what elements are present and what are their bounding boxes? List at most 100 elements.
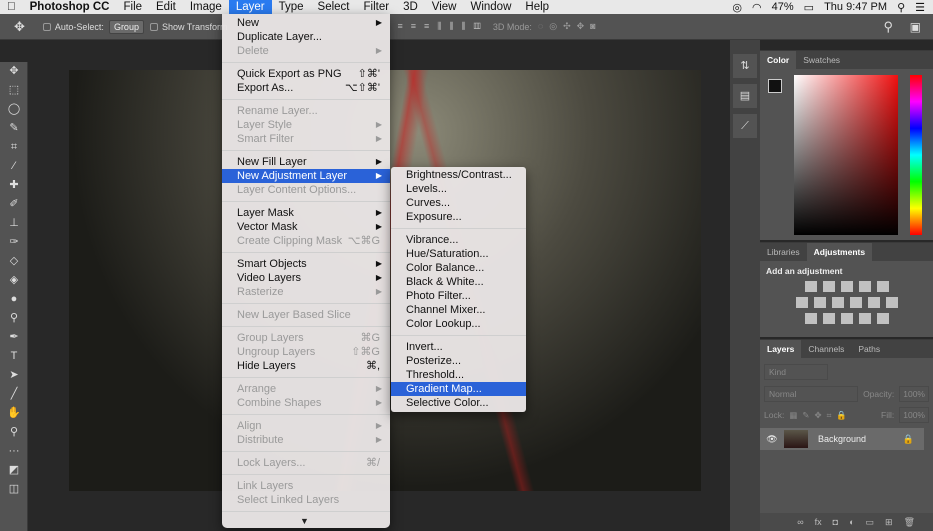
hue-slider[interactable] (910, 75, 922, 235)
opacity-input[interactable]: 100% (899, 386, 929, 402)
submenu-item-exposure[interactable]: Exposure... (391, 210, 526, 224)
fill-input[interactable]: 100% (899, 407, 929, 423)
visibility-eye-icon[interactable]: 👁 (760, 434, 784, 445)
fx-icon[interactable]: fx (815, 517, 822, 527)
marquee-tool-icon[interactable]: ⬚ (0, 81, 28, 100)
battery-icon[interactable]: ▭ (804, 1, 814, 14)
adjustment-icons-row-2[interactable] (760, 297, 933, 308)
hand-tool-icon[interactable]: ✋ (0, 404, 28, 423)
blur-tool-icon[interactable]: ● (0, 290, 28, 309)
path-select-icon[interactable]: ➤ (0, 366, 28, 385)
paint-bucket-icon[interactable]: ◈ (0, 271, 28, 290)
menu-view[interactable]: View (425, 0, 464, 14)
tab-adjustments[interactable]: Adjustments (806, 243, 873, 261)
type-tool-icon[interactable]: T (0, 347, 28, 366)
move-tool-icon[interactable]: ✥ (14, 19, 25, 35)
quick-select-tool-icon[interactable]: ✎ (0, 119, 28, 138)
show-transform-checkbox[interactable] (149, 22, 158, 31)
submenu-item-gradient-map[interactable]: Gradient Map... (391, 382, 526, 396)
spotlight-icon[interactable]: ⚲ (897, 1, 905, 14)
clock[interactable]: Thu 9:47 PM (824, 1, 887, 13)
stamp-tool-icon[interactable]: ⊥ (0, 214, 28, 233)
menu-image[interactable]: Image (183, 0, 229, 14)
menu-item-duplicate-layer[interactable]: Duplicate Layer... (222, 30, 390, 44)
menu-item-hide-layers[interactable]: Hide Layers ⌘, (222, 359, 390, 373)
foreground-color-swatch[interactable] (768, 79, 782, 93)
submenu-item-brightness-contrast[interactable]: Brightness/Contrast... (391, 168, 526, 182)
group-icon[interactable]: ▭ (866, 517, 875, 528)
new-adjustment-icon[interactable]: ◐ (849, 517, 854, 527)
3d-mode-icons[interactable]: ◌◎✣✥◙ (538, 21, 602, 32)
more-tools-icon[interactable]: ··· (0, 442, 28, 461)
color-swatches-icon[interactable]: ◩ (0, 461, 28, 480)
menu-item-video-layers[interactable]: Video Layers ▶ (222, 271, 390, 285)
menu-item-layer-mask[interactable]: Layer Mask ▶ (222, 206, 390, 220)
submenu-item-levels[interactable]: Levels... (391, 182, 526, 196)
search-icon[interactable]: ⚲ (883, 19, 893, 35)
menu-type[interactable]: Type (272, 0, 311, 14)
link-icon[interactable]: ∞ (797, 517, 803, 527)
blend-mode-select[interactable]: Normal (764, 386, 859, 402)
notification-center-icon[interactable]: ☰ (915, 1, 925, 14)
tab-swatches[interactable]: Swatches (796, 51, 847, 69)
submenu-item-hue-saturation[interactable]: Hue/Saturation... (391, 247, 526, 261)
eyedropper-tool-icon[interactable]: ⁄ (0, 157, 28, 176)
quick-mask-icon[interactable]: ◫ (0, 480, 28, 499)
menu-layer[interactable]: Layer (228, 0, 272, 14)
dodge-tool-icon[interactable]: ⚲ (0, 309, 28, 328)
app-menu[interactable]: Photoshop CC (23, 0, 117, 14)
layer-row-background[interactable]: 👁 Background 🔒 (760, 428, 924, 450)
healing-tool-icon[interactable]: ✚ (0, 176, 28, 195)
wifi-icon[interactable]: ◠ (752, 1, 762, 14)
menu-select[interactable]: Select (311, 0, 357, 14)
creative-cloud-icon[interactable]: ◎ (732, 1, 742, 14)
brush-panel-icon[interactable]: ⟋ (733, 114, 757, 138)
adjustment-icons-row-1[interactable] (760, 281, 933, 292)
tab-channels[interactable]: Channels (801, 340, 851, 358)
menu-item-quick-export-as-png[interactable]: Quick Export as PNG ⇧⌘' (222, 67, 390, 81)
submenu-item-vibrance[interactable]: Vibrance... (391, 233, 526, 247)
apple-menu-icon[interactable]:  (0, 0, 23, 14)
submenu-item-photo-filter[interactable]: Photo Filter... (391, 289, 526, 303)
menu-3d[interactable]: 3D (396, 0, 425, 14)
submenu-item-color-lookup[interactable]: Color Lookup... (391, 317, 526, 331)
menu-item-vector-mask[interactable]: Vector Mask ▶ (222, 220, 390, 234)
crop-tool-icon[interactable]: ⌗ (0, 138, 28, 157)
auto-select-checkbox[interactable] (42, 22, 51, 31)
eraser-tool-icon[interactable]: ◇ (0, 252, 28, 271)
menu-file[interactable]: File (116, 0, 149, 14)
pen-tool-icon[interactable]: ✒ (0, 328, 28, 347)
submenu-item-color-balance[interactable]: Color Balance... (391, 261, 526, 275)
submenu-item-invert[interactable]: Invert... (391, 340, 526, 354)
submenu-item-selective-color[interactable]: Selective Color... (391, 396, 526, 410)
new-layer-icon[interactable]: ⊞ (885, 517, 893, 528)
line-tool-icon[interactable]: ╱ (0, 385, 28, 404)
zoom-tool-icon[interactable]: ⚲ (0, 423, 28, 442)
submenu-item-curves[interactable]: Curves... (391, 196, 526, 210)
menu-item-new-fill-layer[interactable]: New Fill Layer ▶ (222, 155, 390, 169)
adjustment-icons-row-3[interactable] (760, 313, 933, 324)
history-brush-icon[interactable]: ✑ (0, 233, 28, 252)
menu-item-smart-objects[interactable]: Smart Objects ▶ (222, 257, 390, 271)
tab-libraries[interactable]: Libraries (760, 243, 807, 261)
menu-item-new-adjustment-layer[interactable]: New Adjustment Layer ▶ (222, 169, 390, 183)
menu-scroll-down-icon[interactable]: ▼ (300, 516, 309, 526)
trash-icon[interactable]: 🗑 (904, 517, 915, 528)
align-icons[interactable]: ≡≡≡⫼⫼⫼▥ (397, 21, 488, 32)
tab-paths[interactable]: Paths (851, 340, 887, 358)
menu-edit[interactable]: Edit (149, 0, 183, 14)
submenu-item-black-white[interactable]: Black & White... (391, 275, 526, 289)
tab-color[interactable]: Color (760, 51, 797, 69)
brush-tool-icon[interactable]: ✐ (0, 195, 28, 214)
properties-panel-icon[interactable]: ▤ (733, 84, 757, 108)
history-panel-icon[interactable]: ⇅ (733, 54, 757, 78)
submenu-item-channel-mixer[interactable]: Channel Mixer... (391, 303, 526, 317)
menu-item-export-as[interactable]: Export As... ⌥⇧⌘' (222, 81, 390, 95)
group-select[interactable]: Group (108, 19, 144, 34)
menu-window[interactable]: Window (463, 0, 518, 14)
menu-help[interactable]: Help (518, 0, 556, 14)
submenu-item-posterize[interactable]: Posterize... (391, 354, 526, 368)
kind-filter[interactable]: Kind (764, 364, 828, 380)
lock-icons[interactable]: ▦✎✥⌗🔒 (789, 410, 858, 421)
submenu-item-threshold[interactable]: Threshold... (391, 368, 526, 382)
